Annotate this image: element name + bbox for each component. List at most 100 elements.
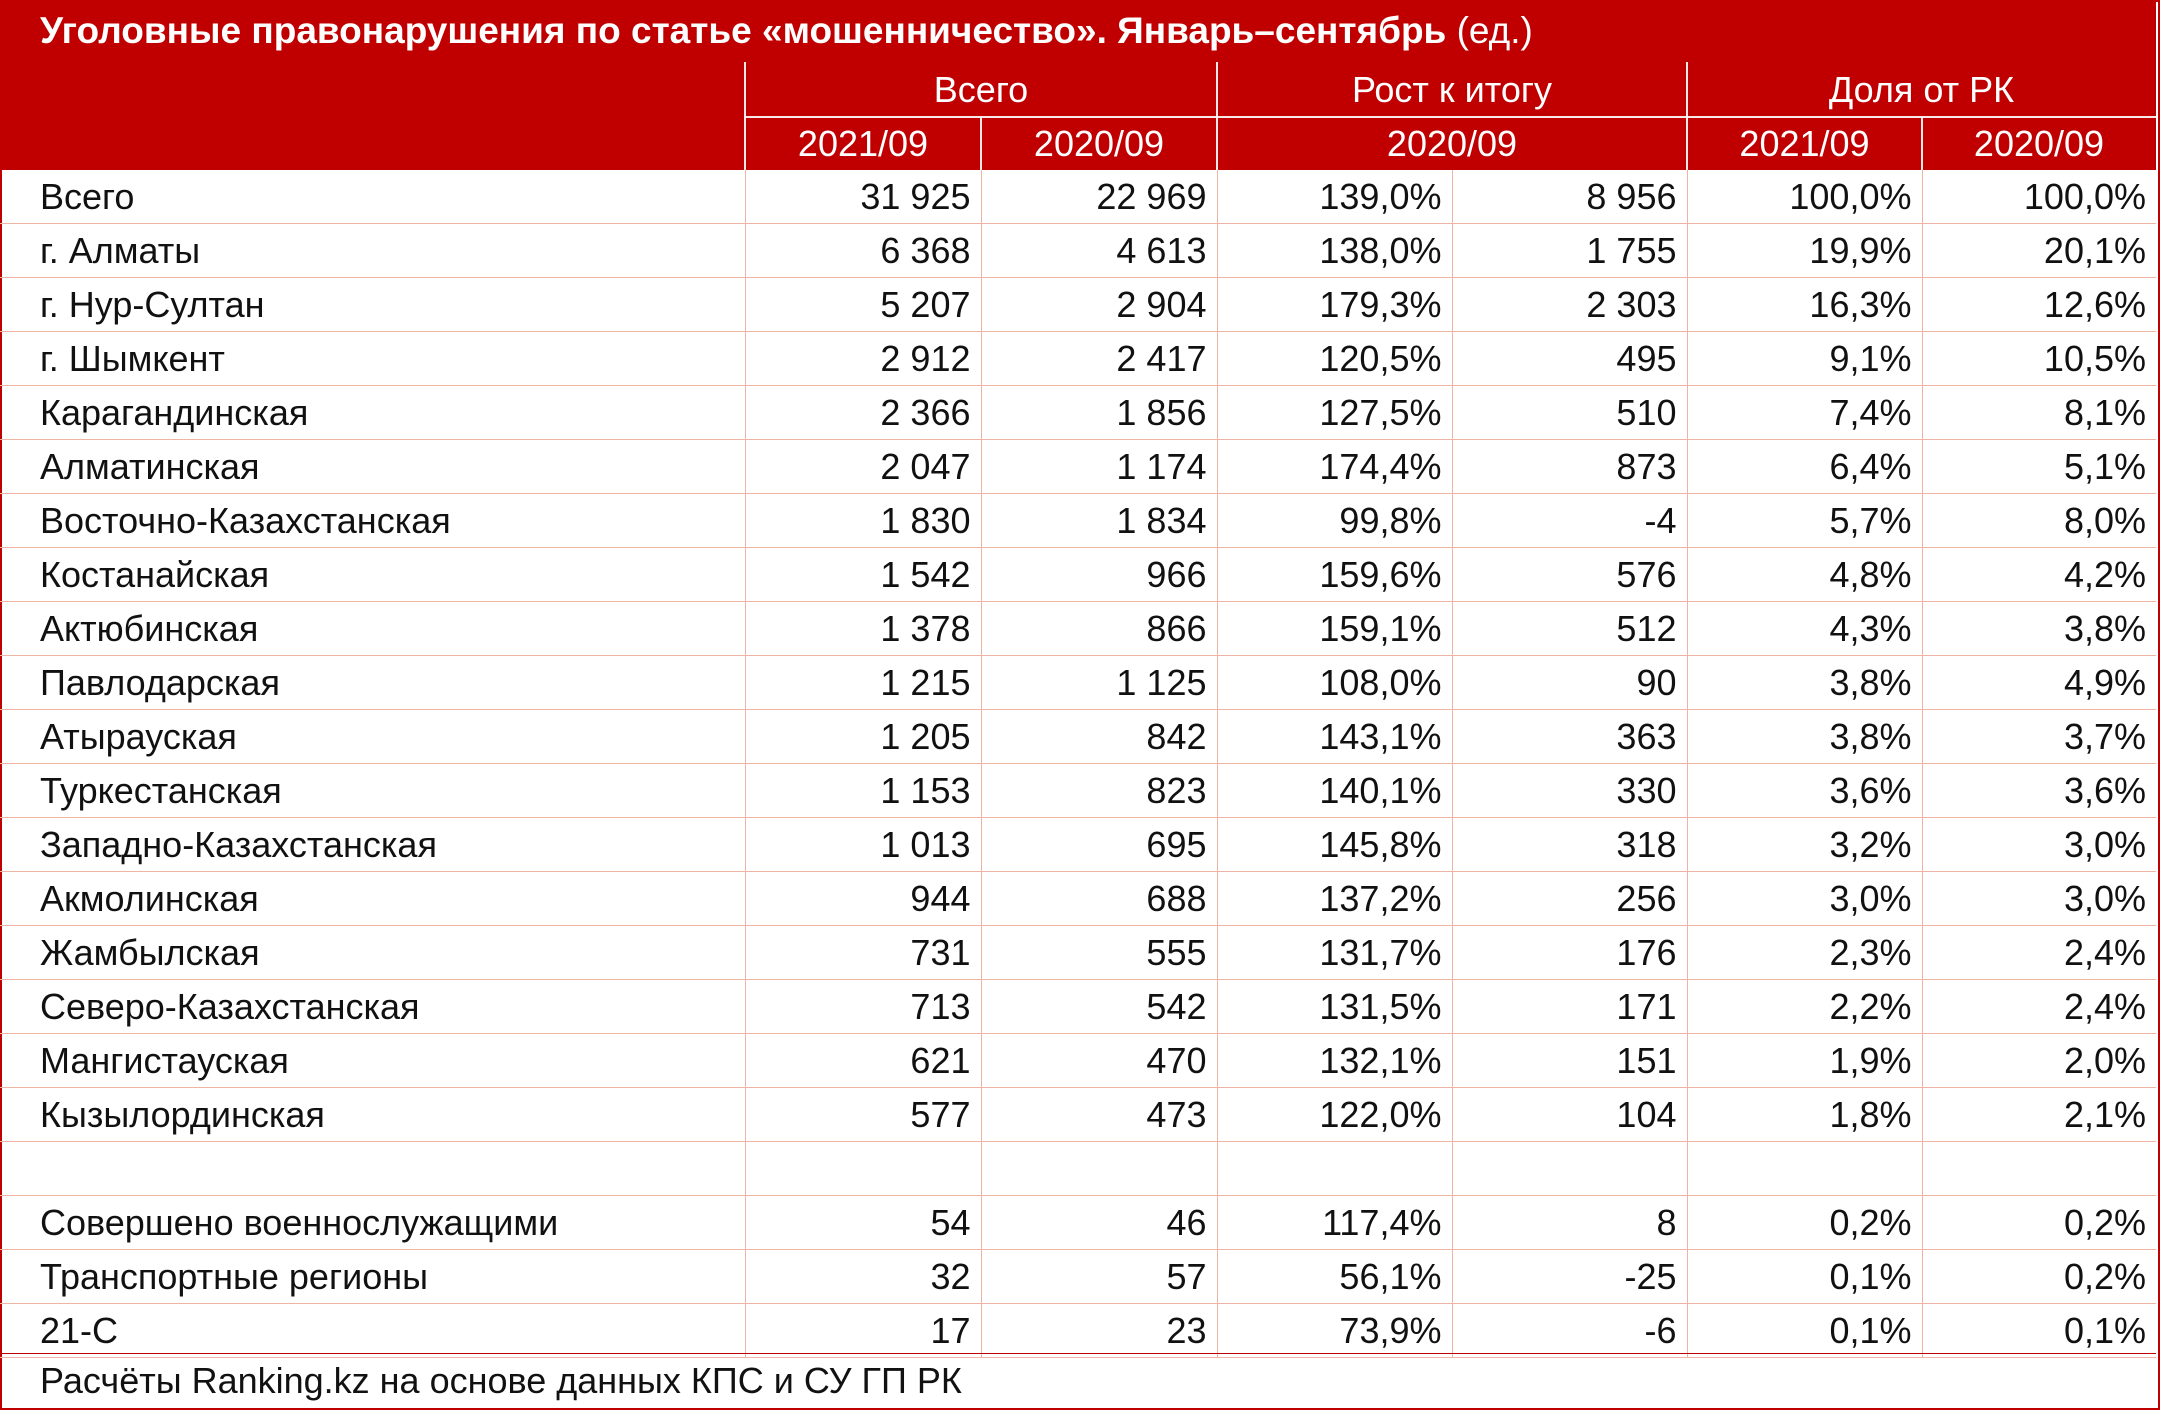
table-cell: 0,2% <box>1921 1249 2156 1304</box>
header-group-share: Доля от РК <box>1687 62 2156 117</box>
header-total-2021: 2021/09 <box>745 117 981 170</box>
row-label: Карагандинская <box>0 385 745 440</box>
row-label: Мангистауская <box>0 1033 745 1088</box>
header-divider <box>745 116 2156 118</box>
table-row: Западно-Казахстанская 1 013 695 145,8% 318 3,… <box>0 817 2156 872</box>
row-label: Всего <box>0 170 745 224</box>
table-cell: 7,4% <box>1686 385 1922 440</box>
table-cell: 823 <box>980 763 1217 818</box>
table-cell: 330 <box>1451 763 1687 818</box>
table-cell: 3,0% <box>1921 817 2156 872</box>
table-cell: 731 <box>744 925 981 980</box>
row-label: Павлодарская <box>0 655 745 710</box>
table-cell: 5,1% <box>1921 439 2156 494</box>
table-cell: 1 205 <box>744 709 981 764</box>
table-cell: 159,1% <box>1216 601 1452 656</box>
table-cell: 32 <box>744 1249 981 1304</box>
header-growth-period: 2020/09 <box>1217 117 1687 170</box>
data-table: Всего 31 925 22 969 139,0% 8 956 100,0% 100,0%… <box>0 170 2156 1358</box>
header-share-2021: 2021/09 <box>1687 117 1922 170</box>
table-cell <box>1451 1141 1687 1196</box>
table-cell: 621 <box>744 1033 981 1088</box>
table-cell: 5,7% <box>1686 493 1922 548</box>
table-cell: 4,2% <box>1921 547 2156 602</box>
table-cell: 131,7% <box>1216 925 1452 980</box>
table-cell: 2 366 <box>744 385 981 440</box>
table-cell: 3,0% <box>1921 871 2156 926</box>
table-cell: 137,2% <box>1216 871 1452 926</box>
row-label: Кызылординская <box>0 1087 745 1142</box>
table-cell: 473 <box>980 1087 1217 1142</box>
table-row: г. Шымкент 2 912 2 417 120,5% 495 9,1% 10,5% <box>0 331 2156 386</box>
table-cell: 100,0% <box>1921 170 2156 224</box>
table-cell: 2,3% <box>1686 925 1922 980</box>
table-cell: 1 174 <box>980 439 1217 494</box>
table-row: Совершено военнослужащими 54 46 117,4% 8 0,2%… <box>0 1195 2156 1250</box>
table-cell: 4 613 <box>980 223 1217 278</box>
table-cell: 555 <box>980 925 1217 980</box>
row-label: Атырауская <box>0 709 745 764</box>
table-cell: 8 <box>1451 1195 1687 1250</box>
table-cell: 0,1% <box>1686 1249 1922 1304</box>
table-cell <box>1216 1141 1452 1196</box>
row-label <box>0 1141 745 1196</box>
table-row: Актюбинская 1 378 866 159,1% 512 4,3% 3,8% <box>0 601 2156 656</box>
table-cell: 54 <box>744 1195 981 1250</box>
table-row: Транспортные регионы 32 57 56,1% -25 0,1% 0,2% <box>0 1249 2156 1304</box>
title-text: Уголовные правонарушения по статье «моше… <box>40 10 1447 51</box>
table-cell: 3,2% <box>1686 817 1922 872</box>
header-share-2020: 2020/09 <box>1922 117 2156 170</box>
table-cell: 4,9% <box>1921 655 2156 710</box>
table-cell: 138,0% <box>1216 223 1452 278</box>
table-cell: 3,7% <box>1921 709 2156 764</box>
table-row: Туркестанская 1 153 823 140,1% 330 3,6% 3,6% <box>0 763 2156 818</box>
table-cell: 23 <box>980 1303 1217 1358</box>
table-cell: 3,0% <box>1686 871 1922 926</box>
table-cell: 17 <box>744 1303 981 1358</box>
table-cell: 2 047 <box>744 439 981 494</box>
table-cell: 2,4% <box>1921 925 2156 980</box>
row-label: Актюбинская <box>0 601 745 656</box>
table-cell: 171 <box>1451 979 1687 1034</box>
table-row: Восточно-Казахстанская 1 830 1 834 99,8% -4 5… <box>0 493 2156 548</box>
table-cell: 1 542 <box>744 547 981 602</box>
table-cell: 100,0% <box>1686 170 1922 224</box>
table-row: Акмолинская 944 688 137,2% 256 3,0% 3,0% <box>0 871 2156 926</box>
table-cell: 577 <box>744 1087 981 1142</box>
table-cell: 56,1% <box>1216 1249 1452 1304</box>
table-cell: 6,4% <box>1686 439 1922 494</box>
table-cell: 0,2% <box>1686 1195 1922 1250</box>
table-cell: 0,1% <box>1921 1303 2156 1358</box>
table-cell: 179,3% <box>1216 277 1452 332</box>
table-cell: 2,1% <box>1921 1087 2156 1142</box>
row-label: Туркестанская <box>0 763 745 818</box>
table-row: Кызылординская 577 473 122,0% 104 1,8% 2,1% <box>0 1087 2156 1142</box>
table-cell: 2,0% <box>1921 1033 2156 1088</box>
table-cell: 159,6% <box>1216 547 1452 602</box>
table-cell: 2,4% <box>1921 979 2156 1034</box>
table-cell: 542 <box>980 979 1217 1034</box>
table-row: г. Нур-Султан 5 207 2 904 179,3% 2 303 16,3% 1… <box>0 277 2156 332</box>
table-cell: 127,5% <box>1216 385 1452 440</box>
table-cell: 1 378 <box>744 601 981 656</box>
table-cell: 966 <box>980 547 1217 602</box>
header-divider <box>1921 117 1923 170</box>
table-cell: 151 <box>1451 1033 1687 1088</box>
table-cell: 1 215 <box>744 655 981 710</box>
table-cell: 122,0% <box>1216 1087 1452 1142</box>
table-cell: 22 969 <box>980 170 1217 224</box>
table-row: Карагандинская 2 366 1 856 127,5% 510 7,4% 8,1… <box>0 385 2156 440</box>
table-cell: 31 925 <box>744 170 981 224</box>
row-label: Транспортные регионы <box>0 1249 745 1304</box>
table-cell: 9,1% <box>1686 331 1922 386</box>
table-cell: 140,1% <box>1216 763 1452 818</box>
table-row: Атырауская 1 205 842 143,1% 363 3,8% 3,7% <box>0 709 2156 764</box>
table-cell: 145,8% <box>1216 817 1452 872</box>
row-label: Акмолинская <box>0 871 745 926</box>
table-cell: 1 755 <box>1451 223 1687 278</box>
table-cell: 866 <box>980 601 1217 656</box>
table-title: Уголовные правонарушения по статье «моше… <box>0 0 2156 62</box>
table-cell: 19,9% <box>1686 223 1922 278</box>
table-cell: 842 <box>980 709 1217 764</box>
table-cell: 3,8% <box>1686 709 1922 764</box>
